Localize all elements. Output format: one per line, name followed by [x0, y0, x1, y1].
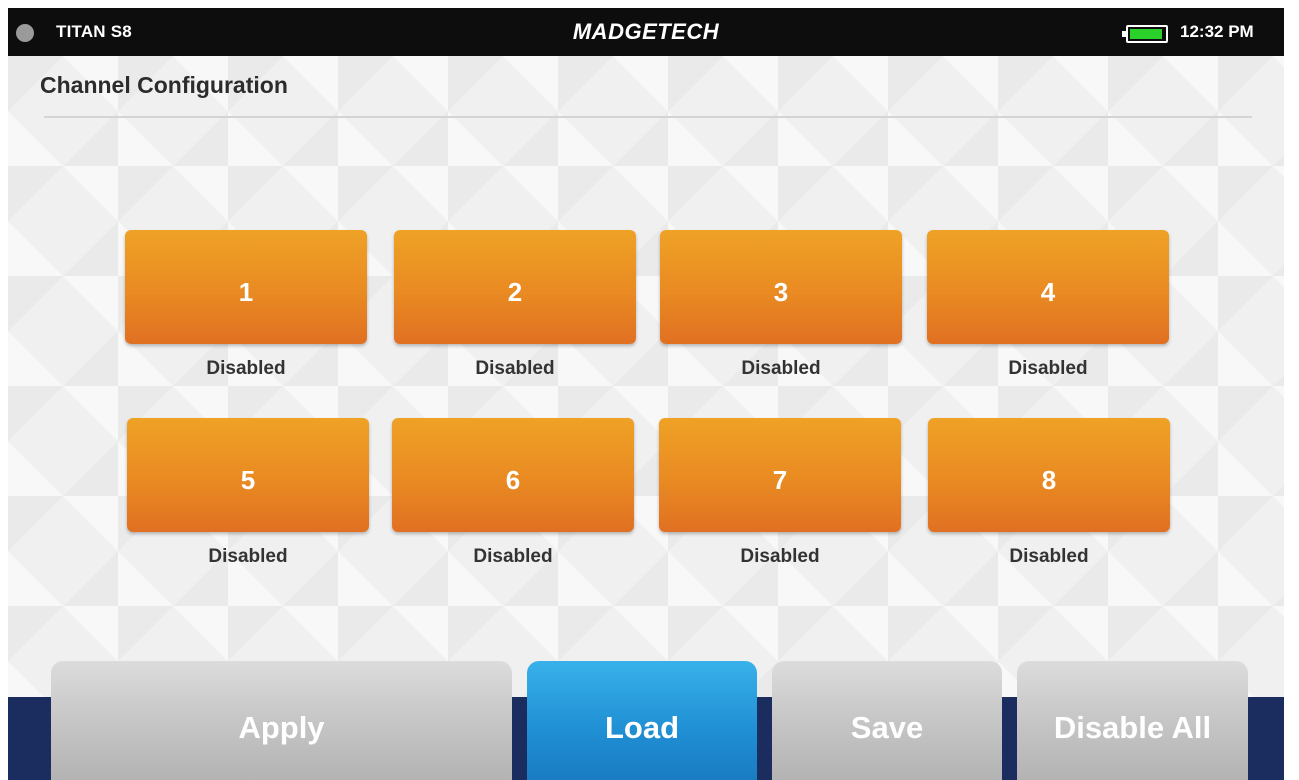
load-button[interactable]: Load — [527, 661, 757, 780]
brand-logo: MADGETECH — [572, 19, 720, 44]
channel-3-button[interactable]: 3 — [660, 230, 902, 344]
device-screen: TITAN S8 MADGETECH 12:32 PM Channel Conf… — [8, 8, 1284, 780]
channel-6: 6 Disabled — [392, 418, 634, 568]
channel-4-status: Disabled — [1008, 358, 1088, 379]
status-bar: TITAN S8 MADGETECH 12:32 PM — [8, 8, 1284, 56]
apply-button[interactable]: Apply — [51, 661, 512, 780]
channel-5: 5 Disabled — [127, 418, 369, 568]
channel-5-status: Disabled — [208, 546, 288, 567]
channel-3-status: Disabled — [741, 358, 821, 379]
channel-7-button[interactable]: 7 — [659, 418, 901, 532]
battery-icon — [1122, 25, 1168, 43]
channel-8: 8 Disabled — [928, 418, 1170, 568]
channel-4: 4 Disabled — [927, 230, 1169, 380]
channel-6-button[interactable]: 6 — [392, 418, 634, 532]
page-title: Channel Configuration — [40, 72, 288, 98]
channel-1-button[interactable]: 1 — [125, 230, 367, 344]
disable-all-button[interactable]: Disable All — [1017, 661, 1248, 780]
channel-2: 2 Disabled — [394, 230, 636, 380]
channel-7: 7 Disabled — [659, 418, 901, 568]
channel-8-button[interactable]: 8 — [928, 418, 1170, 532]
channel-1: 1 Disabled — [125, 230, 367, 380]
channel-5-button[interactable]: 5 — [127, 418, 369, 532]
title-divider — [44, 116, 1252, 118]
channel-7-status: Disabled — [740, 546, 820, 567]
channel-4-button[interactable]: 4 — [927, 230, 1169, 344]
channel-3: 3 Disabled — [660, 230, 902, 380]
battery-level — [1130, 29, 1163, 39]
channel-8-status: Disabled — [1009, 546, 1089, 567]
save-button[interactable]: Save — [772, 661, 1002, 780]
channel-1-status: Disabled — [206, 358, 286, 379]
channel-2-status: Disabled — [475, 358, 555, 379]
channel-6-status: Disabled — [473, 546, 553, 567]
clock: 12:32 PM — [1180, 22, 1254, 41]
channel-2-button[interactable]: 2 — [394, 230, 636, 344]
